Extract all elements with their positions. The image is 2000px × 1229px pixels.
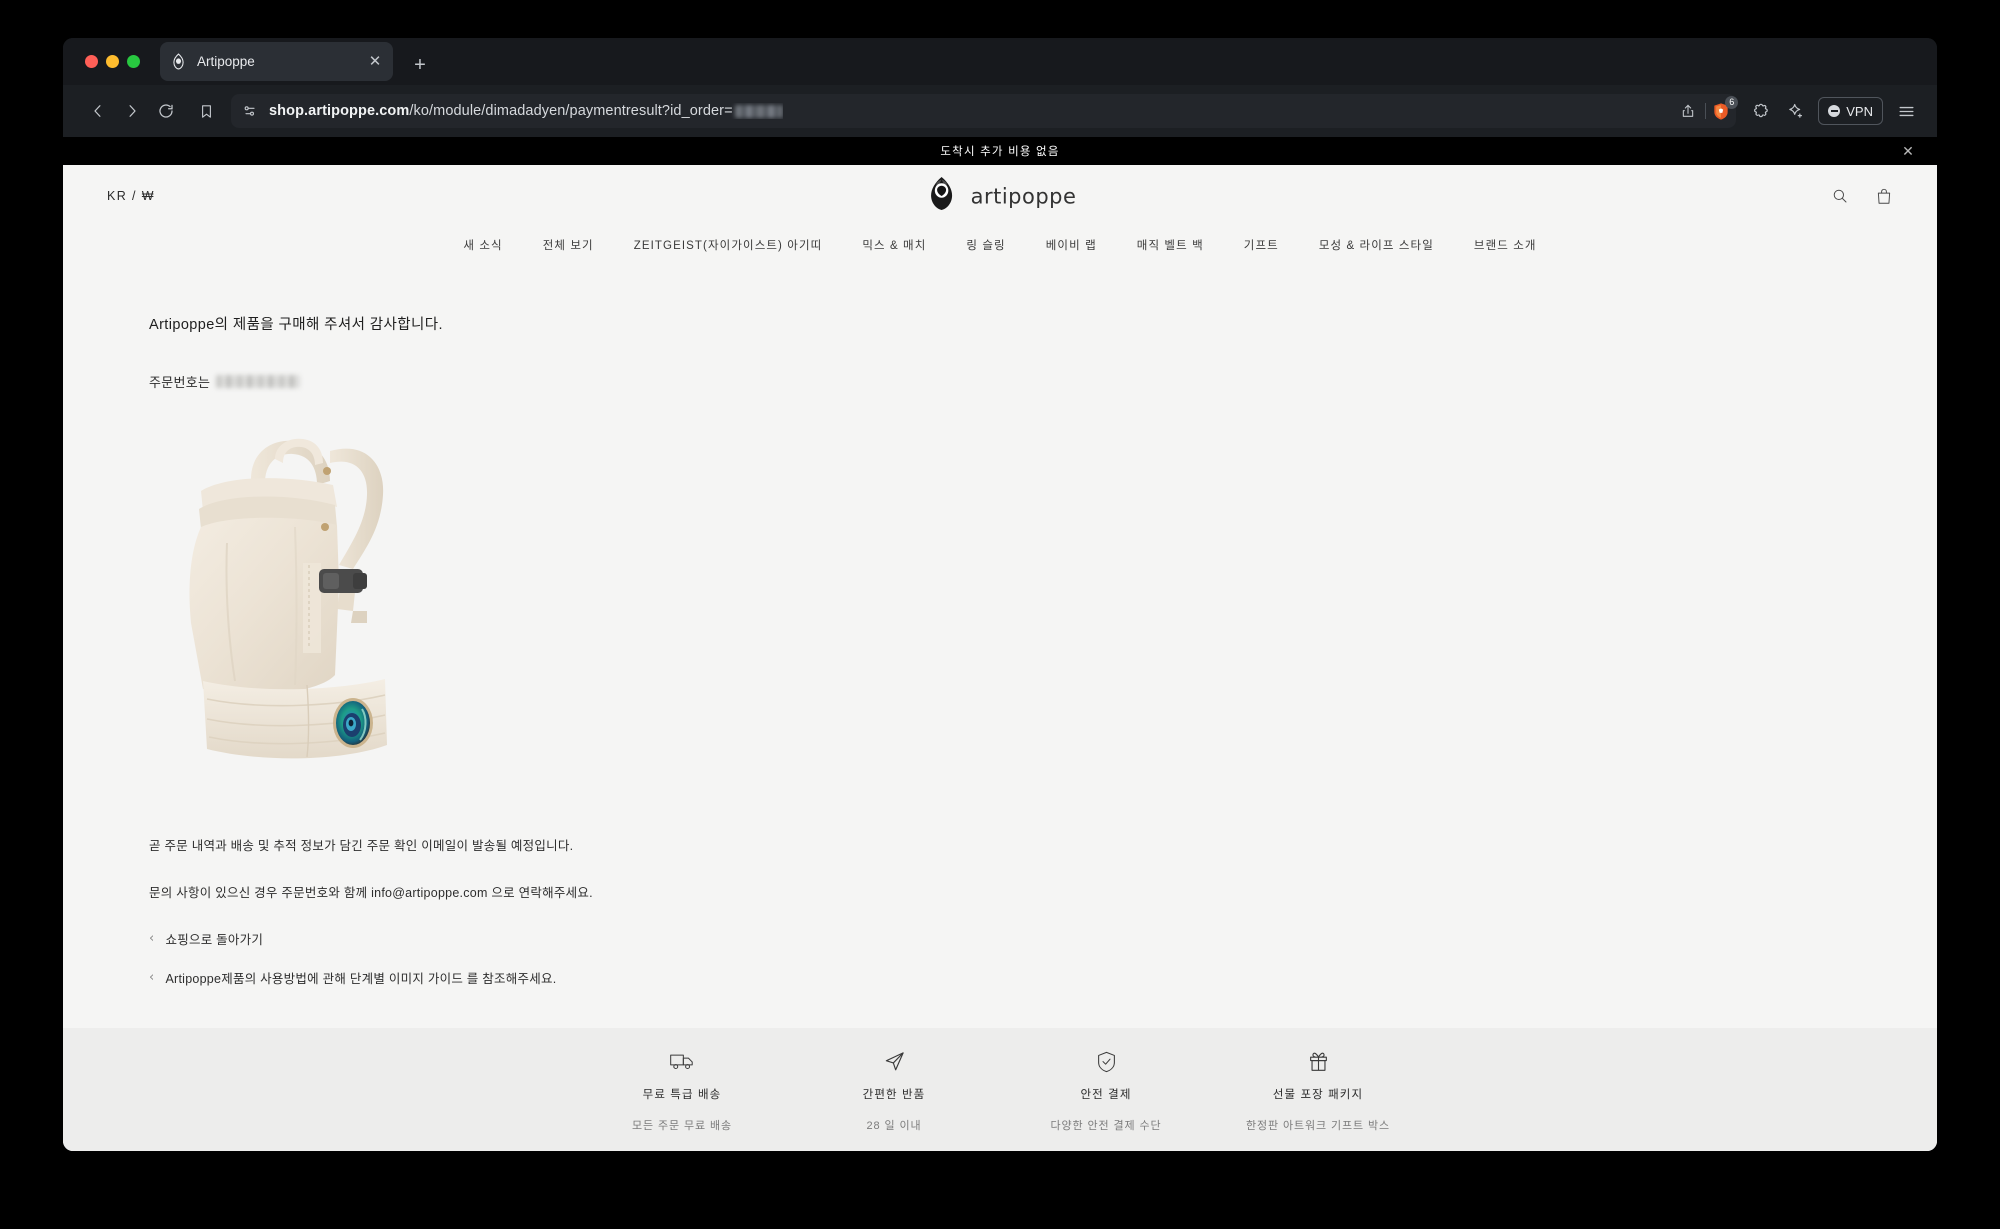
main-navigation: 새 소식 전체 보기 ZEITGEIST(자이가이스트) 아기띠 믹스 & 매치… <box>63 227 1937 269</box>
usp-footer: 무료 특급 배송 모든 주문 무료 배송 간편한 반품 28 일 이내 안전 결… <box>63 1028 1937 1151</box>
nav-item-motherhood-lifestyle[interactable]: 모성 & 라이프 스타일 <box>1299 237 1454 253</box>
delivery-truck-icon <box>669 1047 696 1077</box>
site-permissions-icon[interactable] <box>241 102 259 120</box>
usp-subtitle: 한정판 아트워크 기프트 박스 <box>1245 1119 1391 1132</box>
brand-wordmark: artipoppe <box>970 184 1077 208</box>
url-input[interactable]: shop.artipoppe.com/ko/module/dimadadyen/… <box>231 94 1739 128</box>
order-number-label: 주문번호는 <box>149 375 211 390</box>
usage-guide-label: Artipoppe제품의 사용방법에 관해 단계별 이미지 가이드 를 참조해주… <box>165 972 557 986</box>
usp-subtitle: 28 일 이내 <box>866 1119 922 1132</box>
usp-free-shipping: 무료 특급 배송 모든 주문 무료 배송 <box>576 1047 788 1133</box>
browser-window: Artipoppe ✕ + shop.artipoppe.com/ko/modu… <box>63 38 1937 1151</box>
usp-title: 무료 특급 배송 <box>642 1088 722 1101</box>
nav-item-about[interactable]: 브랜드 소개 <box>1454 237 1557 253</box>
followup-notices: 곧 주문 내역과 배송 및 추적 정보가 담긴 주문 확인 이메일이 발송될 예… <box>149 835 1937 987</box>
vpn-toggle-icon <box>1828 105 1841 117</box>
back-to-shopping-link[interactable]: ‹ 쇼핑으로 돌아가기 <box>149 929 1937 948</box>
toolbar-divider <box>1705 103 1707 119</box>
brave-shield-icon[interactable]: 6 <box>1710 96 1739 122</box>
email-notice: 곧 주문 내역과 배송 및 추적 정보가 담긴 주문 확인 이메일이 발송될 예… <box>149 839 574 853</box>
tab-strip: Artipoppe ✕ + <box>63 38 1937 85</box>
share-icon[interactable] <box>1675 98 1701 124</box>
artipoppe-feather-logo-icon <box>924 176 960 217</box>
nav-item-mix-match[interactable]: 믹스 & 매치 <box>842 237 946 253</box>
hamburger-menu-icon[interactable] <box>1891 96 1921 126</box>
order-number-line: 주문번호는 <box>149 372 1937 391</box>
paper-plane-icon <box>883 1047 906 1077</box>
url-path: /ko/module/dimadadyen/paymentresult?id_o… <box>409 103 733 119</box>
announcement-bar: 도착시 추가 비용 없음 ✕ <box>63 137 1937 165</box>
usp-subtitle: 모든 주문 무료 배송 <box>631 1119 733 1132</box>
shopping-bag-icon[interactable] <box>1875 187 1893 206</box>
usp-title: 간편한 반품 <box>862 1088 926 1101</box>
usp-secure-payment: 안전 결제 다양한 안전 결제 수단 <box>1000 1047 1212 1133</box>
nav-item-zeitgeist[interactable]: ZEITGEIST(자이가이스트) 아기띠 <box>614 237 843 253</box>
window-traffic-lights <box>79 38 148 85</box>
address-bar-actions: 6 <box>1675 96 1739 126</box>
brand-logo[interactable]: artipoppe <box>924 176 1077 217</box>
usp-title: 선물 포장 패키지 <box>1272 1088 1364 1101</box>
url-host: shop.artipoppe.com <box>269 103 410 119</box>
usp-easy-returns: 간편한 반품 28 일 이내 <box>788 1047 1000 1133</box>
shield-check-icon <box>1096 1047 1117 1077</box>
url-text: shop.artipoppe.com/ko/module/dimadadyen/… <box>269 103 783 119</box>
locale-currency-switch[interactable]: KR / ₩ <box>107 189 155 203</box>
page-viewport: 도착시 추가 비용 없음 ✕ KR / ₩ artipoppe 새 소식 전체 … <box>63 137 1937 1151</box>
redacted-order-id <box>734 104 783 118</box>
usage-guide-link[interactable]: ‹ Artipoppe제품의 사용방법에 관해 단계별 이미지 가이드 를 참조… <box>149 968 1937 987</box>
site-header: KR / ₩ artipoppe <box>63 165 1937 227</box>
minimize-window-button[interactable] <box>106 55 119 68</box>
close-icon[interactable]: ✕ <box>367 54 383 69</box>
browser-toolbar: shop.artipoppe.com/ko/module/dimadadyen/… <box>63 85 1937 137</box>
vpn-label: VPN <box>1846 103 1873 119</box>
chevron-left-icon: ‹ <box>149 970 155 985</box>
shield-blocked-count: 6 <box>1725 96 1739 109</box>
search-icon[interactable] <box>1831 187 1849 205</box>
reload-icon[interactable] <box>151 96 181 126</box>
leo-ai-star-icon[interactable] <box>1780 96 1810 126</box>
browser-tab-artipoppe[interactable]: Artipoppe ✕ <box>160 42 393 81</box>
usp-subtitle: 다양한 안전 결제 수단 <box>1050 1119 1162 1132</box>
nav-item-new[interactable]: 새 소식 <box>443 237 522 253</box>
header-actions <box>1831 187 1915 206</box>
nav-item-gifts[interactable]: 기프트 <box>1224 237 1299 253</box>
order-confirmation-body: Artipoppe의 제품을 구매해 주셔서 감사합니다. 주문번호는 곧 주문… <box>63 269 1937 987</box>
gift-box-icon <box>1307 1047 1330 1077</box>
bookmark-icon[interactable] <box>191 96 221 126</box>
contact-notice: 문의 사항이 있으신 경우 주문번호와 함께 info@artipoppe.co… <box>149 886 593 900</box>
chevron-left-icon: ‹ <box>149 931 155 946</box>
nav-item-view-all[interactable]: 전체 보기 <box>523 237 614 253</box>
chevron-right-icon[interactable] <box>117 96 147 126</box>
usp-title: 안전 결제 <box>1080 1088 1132 1101</box>
usp-gift-packaging: 선물 포장 패키지 한정판 아트워크 기프트 박스 <box>1212 1047 1424 1133</box>
nav-item-magic-belt-bag[interactable]: 매직 벨트 백 <box>1117 237 1224 253</box>
product-image <box>167 423 427 801</box>
close-icon[interactable]: ✕ <box>1902 144 1915 158</box>
chevron-left-icon[interactable] <box>83 96 113 126</box>
extensions-puzzle-icon[interactable] <box>1746 96 1776 126</box>
order-number-value <box>216 375 301 388</box>
new-tab-button[interactable]: + <box>409 55 431 75</box>
artipoppe-logo-icon <box>170 53 187 70</box>
browser-tab-title: Artipoppe <box>197 54 255 69</box>
maximize-window-button[interactable] <box>127 55 140 68</box>
address-bar-region: shop.artipoppe.com/ko/module/dimadadyen/… <box>191 94 1739 128</box>
close-window-button[interactable] <box>85 55 98 68</box>
vpn-button[interactable]: VPN <box>1818 97 1883 125</box>
nav-item-baby-wrap[interactable]: 베이비 랩 <box>1026 237 1117 253</box>
announcement-text: 도착시 추가 비용 없음 <box>940 146 1060 158</box>
nav-item-ring-sling[interactable]: 링 슬링 <box>946 237 1025 253</box>
back-to-shopping-label: 쇼핑으로 돌아가기 <box>165 933 264 947</box>
thankyou-heading: Artipoppe의 제품을 구매해 주셔서 감사합니다. <box>149 317 443 333</box>
